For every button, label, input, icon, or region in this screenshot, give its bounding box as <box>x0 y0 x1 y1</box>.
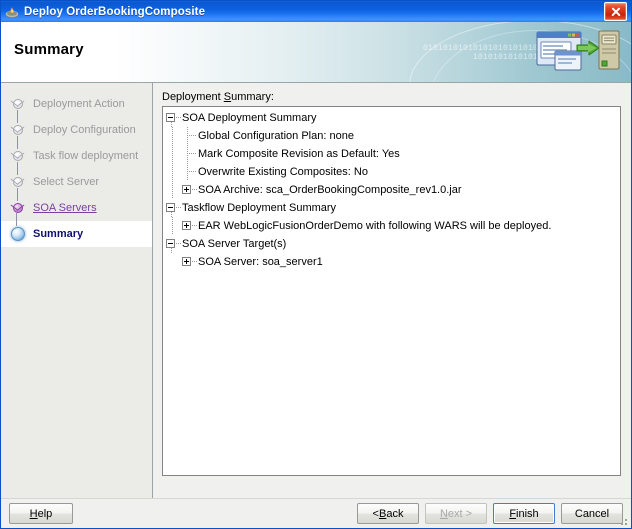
tree-node-label: SOA Deployment Summary <box>182 112 317 124</box>
banner-binary-line-2: 10101010101010 <box>472 53 543 62</box>
tree-leaf-connector <box>181 163 197 181</box>
expand-plus-icon[interactable] <box>181 253 197 271</box>
sidebar-item-deployment-action[interactable]: Deployment Action <box>1 91 152 117</box>
banner-binary-decoration: 010101010101010101010101 10101010101010 <box>423 44 543 62</box>
tree-indent <box>165 145 181 163</box>
tree-indent <box>165 181 181 199</box>
tree-node-label: SOA Server: soa_server1 <box>198 256 323 268</box>
next-button: Next > <box>425 503 487 524</box>
wizard-steps-sidebar: Deployment Action Deploy Configuration T… <box>1 83 153 498</box>
tree-row[interactable]: Mark Composite Revision as Default: Yes <box>165 145 620 163</box>
footer-button-bar: Help < Back Next > Finish Cancel <box>1 498 631 528</box>
sidebar-item-task-flow-deployment[interactable]: Task flow deployment <box>1 136 152 169</box>
tree-row[interactable]: SOA Archive: sca_OrderBookingComposite_r… <box>165 181 620 199</box>
tree-row[interactable]: EAR WebLogicFusionOrderDemo with followi… <box>165 217 620 235</box>
tree-node-label: SOA Server Target(s) <box>182 238 287 250</box>
title-bar: Deploy OrderBookingComposite <box>1 1 631 22</box>
tree-row[interactable]: Global Configuration Plan: none <box>165 127 620 145</box>
sidebar-item-label: Task flow deployment <box>33 150 139 162</box>
deploy-to-server-icon <box>529 28 621 76</box>
tree-indent <box>165 217 181 235</box>
window-title: Deploy OrderBookingComposite <box>24 5 206 18</box>
tree-row[interactable]: Taskflow Deployment Summary <box>165 199 620 217</box>
sidebar-item-label: Deployment Action <box>33 98 125 110</box>
deploy-app-icon <box>4 4 20 20</box>
step-node-icon <box>10 213 26 242</box>
tree-node-label: Taskflow Deployment Summary <box>182 202 337 214</box>
step-node-icon <box>11 188 25 215</box>
collapse-minus-icon[interactable] <box>165 109 181 127</box>
sidebar-item-soa-servers[interactable]: SOA Servers <box>1 188 152 221</box>
body-area: Deployment Action Deploy Configuration T… <box>1 83 631 498</box>
sidebar-item-select-server[interactable]: Select Server <box>1 162 152 195</box>
step-node-icon <box>11 110 25 137</box>
content-panel: Deployment Summary: SOA Deployment Summa… <box>153 83 631 498</box>
cancel-button[interactable]: Cancel <box>561 503 623 524</box>
tree-node-label: Overwrite Existing Composites: No <box>198 166 368 178</box>
tree-leaf-connector <box>181 145 197 163</box>
step-node-icon <box>11 162 25 189</box>
collapse-minus-icon[interactable] <box>165 235 181 253</box>
sidebar-item-label[interactable]: SOA Servers <box>33 202 97 214</box>
tree-node-label: EAR WebLogicFusionOrderDemo with followi… <box>198 220 552 232</box>
sidebar-item-deploy-configuration[interactable]: Deploy Configuration <box>1 110 152 143</box>
tree-row[interactable]: Overwrite Existing Composites: No <box>165 163 620 181</box>
back-button[interactable]: < Back <box>357 503 419 524</box>
tree-row[interactable]: SOA Deployment Summary <box>165 109 620 127</box>
tree-leaf-connector <box>181 127 197 145</box>
expand-plus-icon[interactable] <box>181 181 197 199</box>
tree-node-label: Global Configuration Plan: none <box>198 130 354 142</box>
wizard-step-list: Deployment Action Deploy Configuration T… <box>1 91 152 247</box>
sidebar-item-label: Deploy Configuration <box>33 124 136 136</box>
sidebar-item-label: Select Server <box>33 176 100 188</box>
step-node-icon <box>11 136 25 163</box>
sidebar-item-label: Summary <box>33 228 84 240</box>
tree-indent <box>165 163 181 181</box>
banner-binary-line-1: 010101010101010101010101 <box>422 44 543 53</box>
tree-indent <box>165 127 181 145</box>
deployment-summary-label: Deployment Summary: <box>162 91 274 103</box>
finish-button[interactable]: Finish <box>493 503 555 524</box>
expand-plus-icon[interactable] <box>181 217 197 235</box>
step-node-icon <box>11 97 25 111</box>
collapse-minus-icon[interactable] <box>165 199 181 217</box>
tree-row[interactable]: SOA Server: soa_server1 <box>165 253 620 271</box>
help-button[interactable]: Help <box>9 503 73 524</box>
deploy-wizard-window: Deploy OrderBookingComposite 01010101010… <box>0 0 632 529</box>
tree-row[interactable]: SOA Server Target(s) <box>165 235 620 253</box>
header-banner: 010101010101010101010101 10101010101010 … <box>1 22 631 83</box>
deployment-summary-tree[interactable]: SOA Deployment Summary Global Configurat… <box>162 106 621 476</box>
page-title: Summary <box>14 41 84 58</box>
tree-node-label: SOA Archive: sca_OrderBookingComposite_r… <box>198 184 462 196</box>
sidebar-item-summary[interactable]: Summary <box>1 213 152 247</box>
close-icon[interactable] <box>604 2 627 21</box>
tree-node-label: Mark Composite Revision as Default: Yes <box>198 148 400 160</box>
